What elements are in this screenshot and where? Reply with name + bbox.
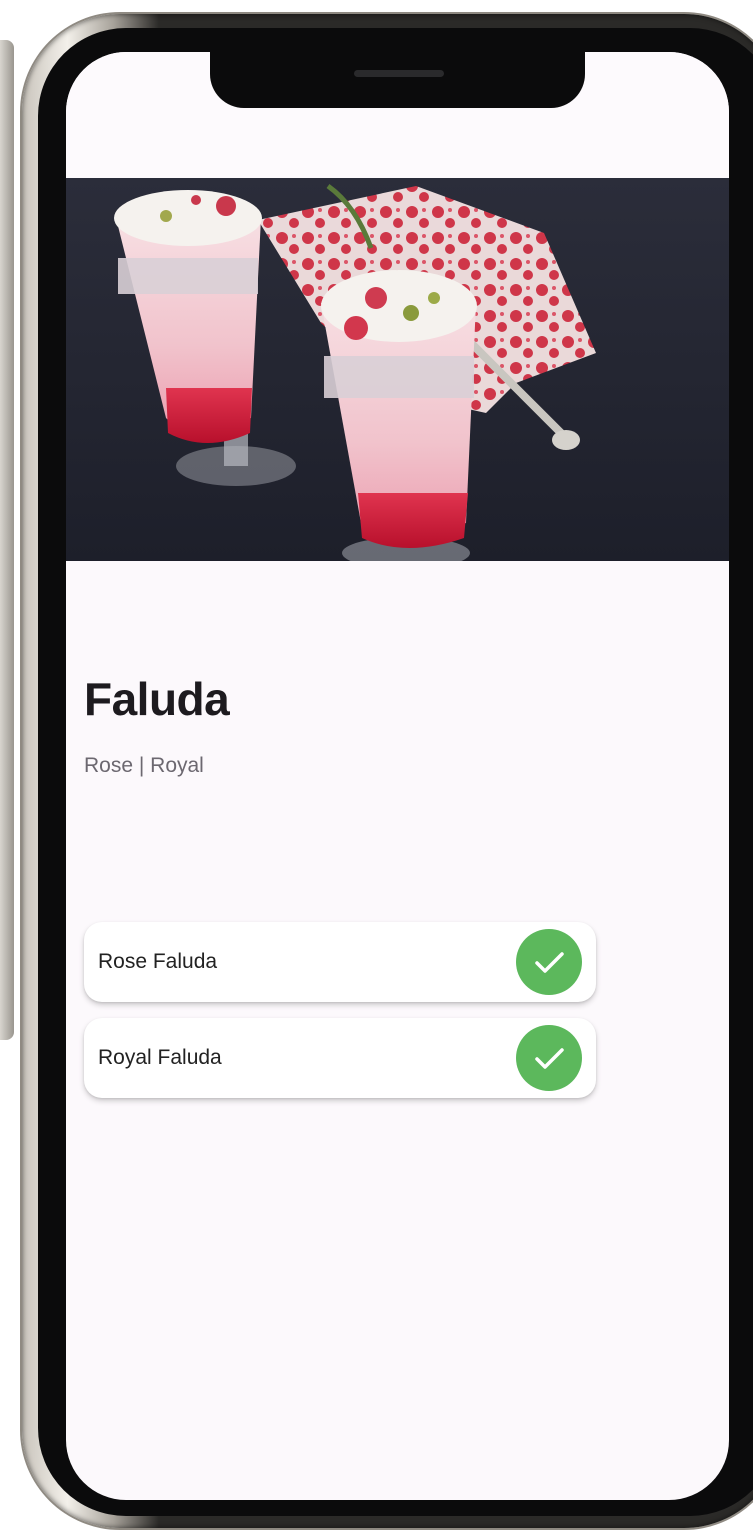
option-royal-faluda[interactable]: Royal Faluda (84, 1018, 596, 1098)
stage: Faluda Rose | Royal Rose Faluda Royal Fa… (0, 0, 753, 1535)
product-image (66, 178, 729, 561)
option-label: Rose Faluda (98, 950, 218, 973)
background-device-edge (0, 40, 14, 1040)
option-rose-faluda[interactable]: Rose Faluda (84, 922, 596, 1002)
check-icon (535, 1048, 564, 1069)
product-title: Faluda (84, 673, 230, 725)
product-subtitle: Rose | Royal (84, 754, 204, 777)
checkmark-circle-icon[interactable] (516, 1025, 582, 1091)
phone-speaker (354, 70, 444, 77)
faluda-photo (66, 178, 729, 561)
phone-notch (210, 52, 585, 108)
option-label: Royal Faluda (98, 1046, 222, 1069)
check-icon (535, 952, 564, 973)
checkmark-circle-icon[interactable] (516, 929, 582, 995)
app-screen: Faluda Rose | Royal Rose Faluda Royal Fa… (66, 52, 729, 1500)
